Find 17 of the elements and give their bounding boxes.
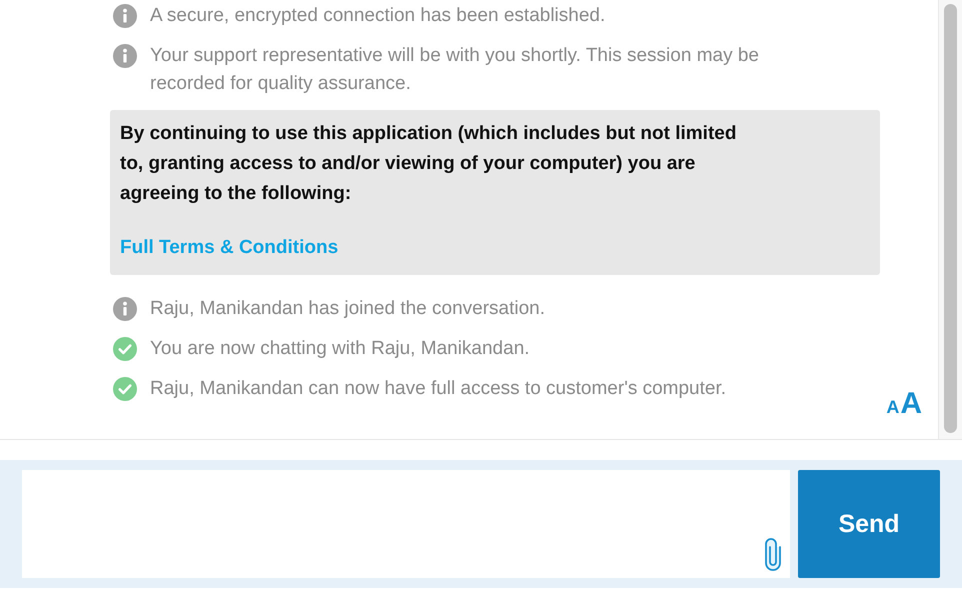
system-message: You are now chatting with Raju, Manikandan.	[150, 337, 530, 361]
terms-link[interactable]: Full Terms & Conditions	[120, 233, 338, 263]
check-icon	[113, 337, 137, 361]
font-size-button[interactable]: AA	[886, 389, 922, 419]
send-button[interactable]: Send	[798, 470, 940, 578]
scrollbar-thumb[interactable]	[944, 4, 957, 433]
system-message: Your support representative will be with you shortly. This session may be recorded for quality assurance.	[150, 44, 760, 96]
info-icon	[113, 297, 137, 321]
info-icon	[113, 4, 137, 28]
info-icon	[113, 44, 137, 68]
system-message: Raju, Manikandan can now have full access to customer's computer.	[150, 377, 726, 401]
paperclip-icon[interactable]	[764, 536, 782, 572]
system-message: Raju, Manikandan has joined the conversation.	[150, 297, 546, 321]
message-input[interactable]	[22, 470, 790, 578]
system-message: A secure, encrypted connection has been established.	[150, 4, 606, 28]
terms-notice-text: By continuing to use this application (which includes but not limited to, granting access to and/or viewing of your computer) you are agreeing to the following:	[120, 122, 738, 206]
check-icon	[113, 377, 137, 401]
